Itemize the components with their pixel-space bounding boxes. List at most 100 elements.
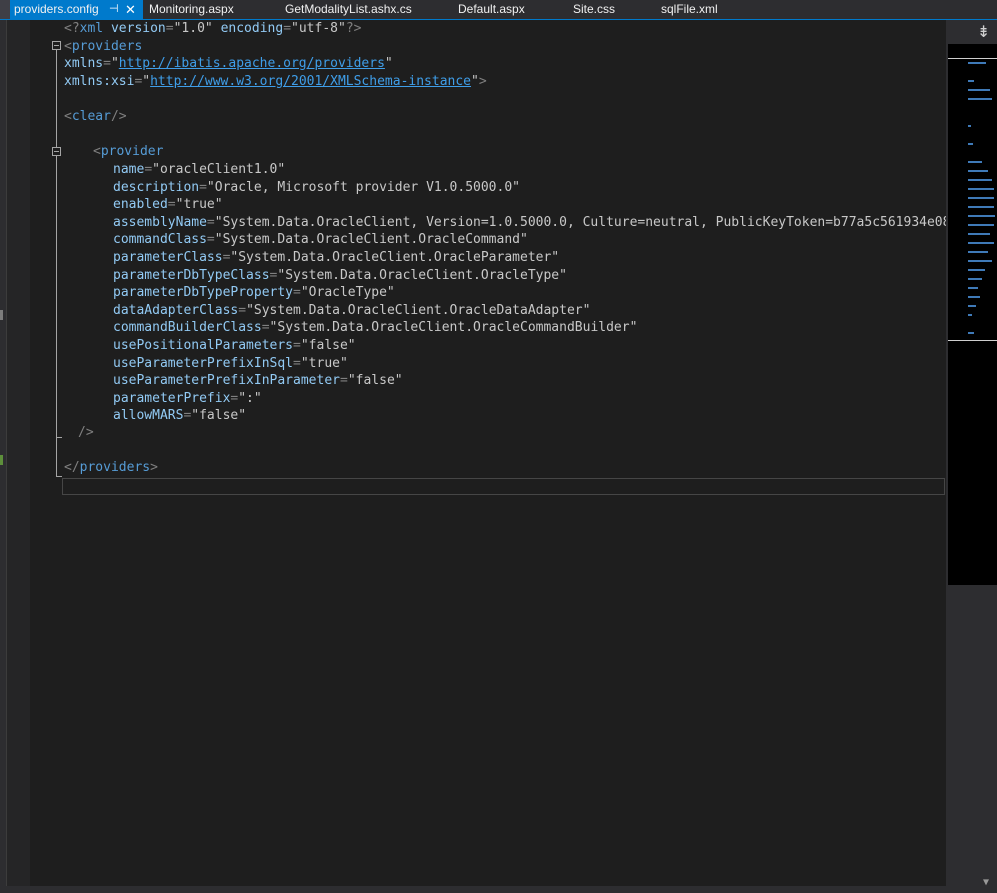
code-line-attribute: assemblyName="System.Data.OracleClient, … — [113, 214, 997, 231]
providers-close-tag: providers — [79, 460, 151, 475]
self-close-bracket: /> — [78, 425, 94, 440]
xmlns-xsi-link[interactable]: http://www.w3.org/2001/XMLSchema-instanc… — [150, 74, 471, 89]
tab-label: providers.config — [14, 2, 99, 16]
minimap-viewport[interactable] — [948, 58, 997, 341]
outline-end-tick — [56, 437, 62, 438]
document-tab-bar: providers.config ⊣ ✕ Monitoring.aspx Get… — [0, 0, 997, 20]
code-line-attribute: parameterPrefix=":" — [113, 390, 262, 407]
attribute-value: "Oracle, Microsoft provider V1.0.5000.0" — [206, 180, 520, 195]
attribute-name: commandBuilderClass — [113, 320, 262, 335]
equals-sign: = — [261, 320, 270, 335]
tab-sqlfile-xml[interactable]: sqlFile.xml — [661, 0, 718, 19]
attribute-name: parameterClass — [113, 250, 223, 265]
code-line-attribute: commandClass="System.Data.OracleClient.O… — [113, 231, 528, 248]
collapse-provider-icon[interactable] — [52, 147, 61, 156]
quote: " — [142, 74, 151, 89]
code-line-attribute: commandBuilderClass="System.Data.OracleC… — [113, 319, 637, 336]
attribute-value: "true" — [175, 197, 223, 212]
equals-sign: = — [165, 21, 174, 36]
code-line-attribute: usePositionalParameters="false" — [113, 337, 356, 354]
attribute-value: "OracleType" — [300, 285, 395, 300]
code-line-attribute: name="oracleClient1.0" — [113, 161, 285, 178]
code-line-xml-declaration: <?xml version="1.0" encoding="utf-8"?> — [64, 20, 361, 37]
attribute-name: parameterPrefix — [113, 391, 231, 406]
equals-sign: = — [206, 232, 215, 247]
attribute-name: useParameterPrefixInSql — [113, 356, 294, 371]
providers-tag: providers — [71, 39, 143, 54]
code-line-attribute: useParameterPrefixInSql="true" — [113, 355, 348, 372]
collapse-providers-icon[interactable] — [52, 41, 61, 50]
equals-sign: = — [167, 197, 176, 212]
attribute-value: "System.Data.OracleClient, Version=1.0.5… — [214, 215, 967, 230]
attribute-name: assemblyName — [113, 215, 207, 230]
code-line-attribute: allowMARS="false" — [113, 407, 246, 424]
quote: " — [384, 56, 393, 71]
tag-open-bracket: < — [93, 144, 101, 159]
attribute-value: "System.Data.OracleClient.OracleDataAdap… — [246, 303, 591, 318]
equals-sign: = — [206, 215, 215, 230]
equals-sign: = — [238, 303, 247, 318]
current-line-highlight — [62, 478, 945, 495]
code-line-attribute: parameterDbTypeClass="System.Data.Oracle… — [113, 267, 567, 284]
tab-label: GetModalityList.ashx.cs — [285, 2, 412, 16]
attribute-value: "true" — [300, 356, 348, 371]
outline-end-tick — [56, 476, 62, 477]
code-line-attribute: dataAdapterClass="System.Data.OracleClie… — [113, 302, 590, 319]
attribute-name: useParameterPrefixInParameter — [113, 373, 340, 388]
attribute-value: ":" — [238, 391, 262, 406]
clear-tag: clear — [71, 109, 111, 124]
tab-providers-config[interactable]: providers.config ⊣ ✕ — [10, 0, 143, 19]
horizontal-scrollbar[interactable] — [0, 886, 946, 893]
equals-sign: = — [339, 373, 348, 388]
quote: " — [110, 56, 119, 71]
tab-label: Site.css — [573, 2, 616, 16]
code-line-attribute: enabled="true" — [113, 196, 223, 213]
code-line-attribute: parameterDbTypeProperty="OracleType" — [113, 284, 395, 301]
attribute-value: "false" — [300, 338, 356, 353]
outline-guide — [56, 50, 57, 476]
code-line-providers-close: </providers> — [64, 459, 158, 476]
quote: " — [471, 74, 479, 89]
xml-decl-close: ?> — [345, 21, 362, 36]
xml-decl-version-value: "1.0" — [173, 21, 213, 36]
split-window-icon[interactable]: ⇟ — [977, 22, 990, 41]
xmlns-xsi-attr: xmlns:xsi — [64, 74, 135, 89]
tab-monitoring-aspx[interactable]: Monitoring.aspx — [149, 0, 234, 19]
equals-sign: = — [293, 356, 301, 371]
attribute-value: "System.Data.OracleClient.OracleCommandB… — [269, 320, 638, 335]
tag-close-bracket: > — [150, 460, 158, 475]
attribute-value: "System.Data.OracleClient.OracleParamete… — [230, 250, 560, 265]
code-line-attribute: parameterClass="System.Data.OracleClient… — [113, 249, 559, 266]
tag-close-bracket: > — [478, 74, 487, 89]
tab-label: Default.aspx — [458, 2, 525, 16]
xml-decl-name: xml — [79, 21, 104, 36]
attribute-name: enabled — [113, 197, 168, 212]
tab-label: Monitoring.aspx — [149, 2, 234, 16]
scroll-down-arrow-icon[interactable]: ▼ — [983, 877, 989, 888]
attribute-value: "System.Data.OracleClient.OracleType" — [277, 268, 567, 283]
attribute-name: name — [113, 162, 145, 177]
closing-tag-open: </ — [64, 460, 80, 475]
pin-icon[interactable]: ⊣ — [109, 0, 119, 19]
xml-decl-open: <? — [64, 21, 80, 36]
close-icon[interactable]: ✕ — [125, 0, 136, 19]
left-tool-strip — [0, 20, 7, 893]
attribute-value: "System.Data.OracleClient.OracleCommand" — [214, 232, 528, 247]
code-line-clear: <clear/> — [64, 108, 127, 125]
attribute-name: parameterDbTypeClass — [113, 268, 270, 283]
code-line-provider-open: <provider — [93, 143, 163, 160]
tab-label: sqlFile.xml — [661, 2, 718, 16]
attribute-name: allowMARS — [113, 408, 184, 423]
equals-sign: = — [283, 21, 292, 36]
equals-sign: = — [293, 285, 301, 300]
tab-site-css[interactable]: Site.css — [573, 0, 615, 19]
tab-getmodalitylist-ashx-cs[interactable]: GetModalityList.ashx.cs — [285, 0, 412, 19]
attribute-value: "false" — [347, 373, 403, 388]
attribute-value: "false" — [191, 408, 247, 423]
equals-sign: = — [103, 56, 111, 71]
code-line-providers-open: <providers — [64, 38, 142, 55]
left-strip-marker — [0, 455, 3, 465]
equals-sign: = — [144, 162, 153, 177]
xmlns-link[interactable]: http://ibatis.apache.org/providers — [119, 56, 385, 71]
tab-default-aspx[interactable]: Default.aspx — [458, 0, 525, 19]
